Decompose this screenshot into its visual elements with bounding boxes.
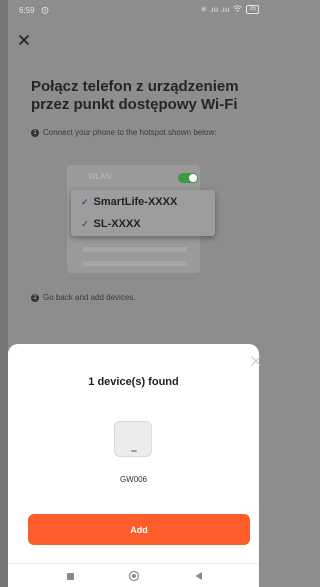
device-name: GW006 bbox=[119, 475, 148, 484]
wlan-label: WLAN bbox=[88, 172, 112, 181]
signal-indicators: ✳ .ııı .ııı bbox=[200, 5, 230, 14]
step-number: 1 bbox=[31, 128, 39, 137]
step-one: 1 Connect your phone to the hotspot show… bbox=[31, 128, 216, 137]
network-name: SmartLife-XXXX bbox=[93, 196, 178, 208]
devices-found-sheet: 1 device(s) found GW006 Add bbox=[8, 344, 262, 563]
wifi-status-icon bbox=[233, 5, 243, 14]
navigation-bar bbox=[8, 563, 259, 587]
wlan-toggle-icon bbox=[178, 173, 198, 183]
network-list: ✓ SmartLife-XXXX ✓ SL-XXXX bbox=[71, 190, 215, 236]
devices-found-title: 1 device(s) found bbox=[88, 376, 179, 388]
screen-edge bbox=[0, 0, 8, 587]
back-icon[interactable] bbox=[192, 570, 204, 582]
phone-screen: 6:59 ✳ .ııı .ııı 35 Połącz telefon z urz… bbox=[0, 0, 267, 587]
device-led bbox=[131, 450, 137, 452]
network-name: SL-XXXX bbox=[93, 218, 141, 230]
alarm-clock-icon bbox=[41, 6, 49, 16]
recent-apps-icon[interactable] bbox=[64, 570, 76, 582]
check-icon: ✓ bbox=[81, 218, 89, 229]
sheet-close-icon[interactable] bbox=[250, 354, 262, 366]
step-text: Connect your phone to the hotspot shown … bbox=[43, 128, 217, 137]
add-button[interactable]: Add bbox=[28, 514, 250, 545]
network-item: ✓ SmartLife-XXXX bbox=[81, 191, 177, 213]
network-item: ✓ SL-XXXX bbox=[81, 213, 141, 235]
list-placeholder bbox=[83, 261, 187, 266]
step-text: Go back and add devices. bbox=[43, 293, 136, 302]
status-time: 6:59 bbox=[19, 6, 35, 15]
home-icon[interactable] bbox=[128, 570, 140, 582]
gateway-device-icon[interactable] bbox=[114, 421, 152, 457]
step-number: 2 bbox=[31, 293, 39, 302]
page-title: Połącz telefon z urządzeniem przez punkt… bbox=[31, 78, 239, 113]
battery-icon: 35 bbox=[246, 5, 259, 14]
list-placeholder bbox=[83, 247, 187, 252]
close-icon[interactable] bbox=[18, 33, 34, 49]
check-icon: ✓ bbox=[81, 196, 89, 207]
status-bar: 6:59 ✳ .ııı .ııı 35 bbox=[19, 5, 259, 20]
status-right: ✳ .ııı .ııı 35 bbox=[200, 5, 259, 14]
step-two: 2 Go back and add devices. bbox=[31, 293, 136, 302]
